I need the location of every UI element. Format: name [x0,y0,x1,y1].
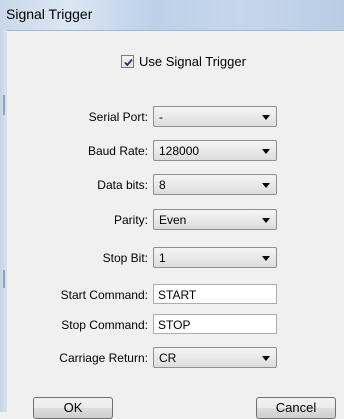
data-bits-label: Data bits: [97,178,148,192]
stop-bit-select[interactable]: 1 [153,247,277,268]
carriage-return-select[interactable]: CR [153,347,277,368]
serial-port-select[interactable]: - [153,106,277,127]
carriage-return-value: CR [159,351,177,365]
stop-command-input[interactable]: STOP [153,314,277,334]
use-signal-trigger-checkbox[interactable] [121,54,134,68]
stop-command-value: STOP [158,318,191,332]
start-command-value: START [158,288,197,302]
data-bits-select[interactable]: 8 [153,174,277,195]
stop-bit-label: Stop Bit: [102,251,148,265]
stop-command-label: Stop Command: [61,318,148,332]
use-signal-trigger-label: Use Signal Trigger [139,53,246,69]
serial-port-value: - [159,110,163,124]
chevron-down-icon [262,256,270,261]
chevron-down-icon [262,115,270,120]
signal-trigger-dialog: Signal Trigger Use Signal Trigger Serial… [0,0,344,419]
data-bits-value: 8 [159,178,166,192]
border-grip [3,270,5,288]
serial-port-label: Serial Port: [88,110,148,124]
stop-bit-value: 1 [159,251,166,265]
chevron-down-icon [262,218,270,223]
title-bar[interactable]: Signal Trigger [0,0,344,31]
parity-label: Parity: [113,213,148,227]
border-grip [3,95,5,115]
parity-value: Even [159,213,187,227]
chevron-down-icon [262,149,270,154]
parity-select[interactable]: Even [153,209,277,230]
carriage-return-label: Carriage Return: [59,351,148,365]
window-title: Signal Trigger [6,6,93,22]
start-command-input[interactable]: START [153,284,277,304]
ok-button[interactable]: OK [33,397,113,419]
baud-rate-label: Baud Rate: [87,144,148,158]
cancel-button[interactable]: Cancel [256,397,336,419]
baud-rate-value: 128000 [159,144,200,158]
use-signal-trigger-row[interactable]: Use Signal Trigger [121,53,246,69]
window-left-border [0,30,7,412]
chevron-down-icon [262,356,270,361]
checkmark-icon [124,58,133,66]
start-command-label: Start Command: [60,288,148,302]
chevron-down-icon [262,183,270,188]
baud-rate-select[interactable]: 128000 [153,140,277,161]
